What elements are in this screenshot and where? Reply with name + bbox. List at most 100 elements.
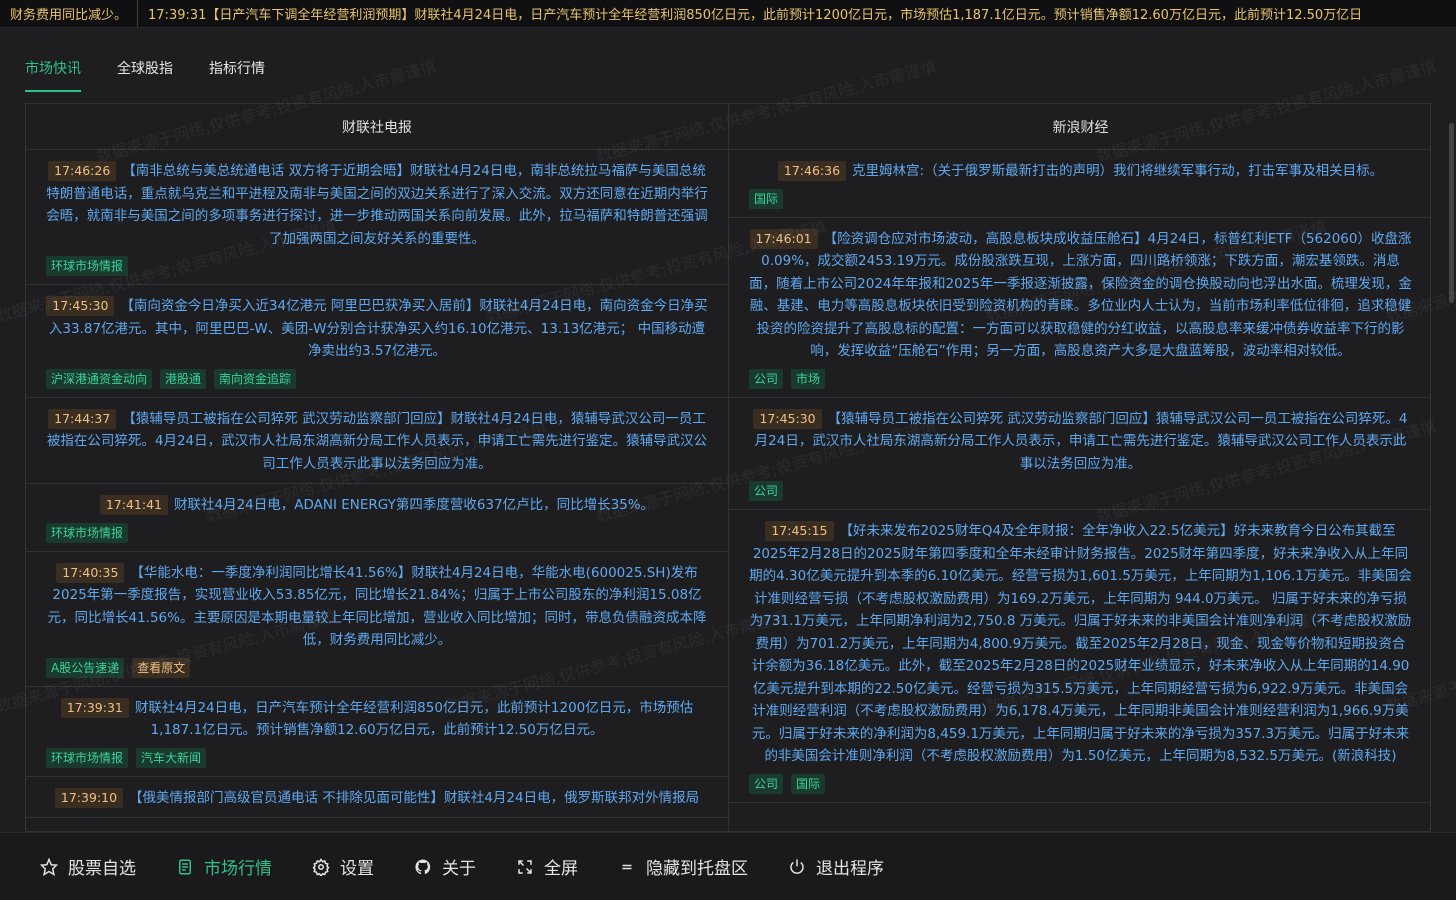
news-time-badge: 17:41:41 (99, 495, 168, 515)
document-icon (174, 856, 196, 878)
news-body: 17:46:01 【险资调仓应对市场波动，高股息板块成收益压舱石】4月24日，标普… (749, 228, 1412, 363)
right-news-list: 17:46:36 克里姆林宫:（关于俄罗斯最新打击的声明）我们将继续军事行动，打击… (729, 150, 1430, 803)
news-time-badge: 17:46:26 (48, 161, 117, 181)
news-body: 17:45:30 【南向资金今日净买入近34亿港元 阿里巴巴获净买入居前】财联社4… (46, 295, 708, 363)
news-body: 17:40:35 【华能水电：一季度净利润同比增长41.56%】财联社4月24日电… (46, 562, 708, 652)
news-text: 财联社4月24日电，日产汽车预计全年经营利润850亿日元，此前预计1200亿日元… (134, 699, 694, 739)
right-column[interactable]: 新浪财经 17:46:36 克里姆林宫:（关于俄罗斯最新打击的声明）我们将继续军事… (729, 104, 1430, 831)
news-text: 【俄美情报部门高级官员通电话 不排除见面可能性】财联社4月24日电，俄罗斯联邦对… (129, 789, 700, 806)
news-tag[interactable]: 环球市场情报 (46, 522, 129, 543)
news-time-badge: 17:39:31 (60, 697, 129, 718)
news-body: 17:45:30 【猿辅导员工被指在公司猝死 武汉劳动监察部门回应】猿辅导武汉公司… (749, 408, 1412, 476)
settings-button[interactable]: 设置 (310, 854, 374, 879)
news-tags: 公司 (749, 481, 1412, 501)
watchlist-button[interactable]: 股票自选 (38, 854, 136, 879)
news-body: 17:39:10 【俄美情报部门高级官员通电话 不排除见面可能性】财联社4月24日… (46, 787, 708, 810)
news-tag[interactable]: 市场 (791, 368, 826, 389)
hide-to-tray-label: 隐藏到托盘区 (646, 859, 748, 879)
news-tag[interactable]: 港股通 (160, 368, 207, 389)
left-column[interactable]: 财联社电报 17:46:26 【南非总统与美总统通电话 双方将于近期会晤】财联社4… (26, 104, 729, 831)
news-tag[interactable]: 公司 (749, 368, 784, 389)
news-table: 财联社电报 17:46:26 【南非总统与美总统通电话 双方将于近期会晤】财联社4… (25, 103, 1431, 832)
news-tag[interactable]: 国际 (791, 773, 826, 794)
news-tag[interactable]: A股公告速递 (46, 657, 125, 678)
hide-to-tray-button[interactable]: 隐藏到托盘区 (616, 854, 748, 879)
exit-label: 退出程序 (816, 859, 884, 879)
news-tags: 沪深港通资金动向 港股通 南向资金追踪 (46, 368, 708, 389)
left-column-title: 财联社电报 (26, 104, 728, 150)
news-item[interactable]: 17:39:10 【俄美情报部门高级官员通电话 不排除见面可能性】财联社4月24日… (26, 777, 728, 818)
tab-global-indices[interactable]: 全球股指 (117, 58, 173, 92)
news-item[interactable]: 17:46:01 【险资调仓应对市场波动，高股息板块成收益压舱石】4月24日，标普… (729, 218, 1430, 398)
news-text: 【南非总统与美总统通电话 双方将于近期会晤】财联社4月24日电，南非总统拉马福萨… (46, 163, 708, 247)
fullscreen-button[interactable]: 全屏 (514, 854, 578, 879)
news-body: 17:46:36 克里姆林宫:（关于俄罗斯最新打击的声明）我们将继续军事行动，打击… (749, 160, 1412, 183)
news-tag[interactable]: 环球市场情报 (46, 747, 129, 768)
news-time-badge: 17:39:10 (54, 787, 124, 808)
gear-icon (310, 856, 332, 878)
news-time-badge: 17:45:30 (46, 296, 115, 316)
news-item[interactable]: 17:40:35 【华能水电：一季度净利润同比增长41.56%】财联社4月24日电… (26, 552, 728, 687)
news-tags: 环球市场情报 汽车大新闻 (46, 747, 708, 768)
market-button[interactable]: 市场行情 (174, 854, 272, 879)
news-time-badge: 17:40:35 (56, 562, 125, 583)
news-text: 【南向资金今日净买入近34亿港元 阿里巴巴获净买入居前】财联社4月24日电，南向… (48, 298, 708, 359)
exit-button[interactable]: 退出程序 (786, 854, 884, 879)
fullscreen-icon (514, 856, 536, 878)
news-tags: 公司 市场 (749, 368, 1412, 389)
ticker-text: 17:39:31【日产汽车下调全年经营利润预期】财联社4月24日电，日产汽车预计… (148, 8, 1363, 23)
news-tags: 公司 国际 (749, 773, 1412, 794)
news-tag[interactable]: 南向资金追踪 (214, 368, 297, 389)
news-item[interactable]: 17:45:30 【猿辅导员工被指在公司猝死 武汉劳动监察部门回应】猿辅导武汉公司… (729, 398, 1430, 510)
news-text: 【猿辅导员工被指在公司猝死 武汉劳动监察部门回应】猿辅导武汉公司一员工被指在公司… (754, 410, 1408, 472)
main-panel: 市场快讯 全球股指 指标行情 财联社电报 17:46:26 【南非总统与美总统通电… (0, 28, 1456, 832)
tab-market-news[interactable]: 市场快讯 (25, 58, 81, 92)
power-icon (786, 856, 808, 878)
fullscreen-label: 全屏 (544, 859, 578, 879)
news-tag[interactable]: 沪深港通资金动向 (46, 368, 153, 389)
news-tag[interactable]: 汽车大新闻 (136, 747, 207, 768)
news-time-badge: 17:46:36 (777, 161, 847, 181)
right-column-title: 新浪财经 (729, 104, 1430, 150)
news-text: 【华能水电：一季度净利润同比增长41.56%】财联社4月24日电，华能水电(60… (47, 564, 707, 649)
news-time-badge: 17:44:37 (48, 408, 117, 429)
news-tag[interactable]: 环球市场情报 (46, 256, 129, 276)
news-text: 【猿辅导员工被指在公司猝死 武汉劳动监察部门回应】财联社4月24日电，猿辅导武汉… (46, 410, 708, 472)
news-tag[interactable]: 公司 (749, 481, 784, 501)
news-body: 17:45:15 【好未来发布2025财年Q4及全年财报：全年净收入22.5亿美元… (749, 520, 1412, 768)
news-item[interactable]: 17:46:26 【南非总统与美总统通电话 双方将于近期会晤】财联社4月24日电，… (26, 150, 728, 285)
news-tag[interactable]: 国际 (749, 188, 784, 209)
about-label: 关于 (442, 859, 476, 879)
market-label: 市场行情 (204, 859, 272, 879)
bottom-toolbar: 股票自选 市场行情 设置 关于 全屏 隐藏到托盘区 退出程序 (0, 832, 1456, 900)
news-item[interactable]: 17:39:31 财联社4月24日电，日产汽车预计全年经营利润850亿日元，此前预… (26, 687, 728, 777)
tab-indicators[interactable]: 指标行情 (209, 58, 265, 92)
news-tags: 环球市场情报 (46, 522, 708, 543)
news-body: 17:44:37 【猿辅导员工被指在公司猝死 武汉劳动监察部门回应】财联社4月24… (46, 408, 708, 476)
news-text: 克里姆林宫:（关于俄罗斯最新打击的声明）我们将继续军事行动，打击军事及相关目标。 (852, 163, 1384, 179)
news-item[interactable]: 17:45:15 【好未来发布2025财年Q4及全年财报：全年净收入22.5亿美元… (729, 510, 1430, 803)
news-text: 【好未来发布2025财年Q4及全年财报：全年净收入22.5亿美元】好未来教育今日… (749, 523, 1412, 764)
news-text: 【险资调仓应对市场波动，高股息板块成收益压舱石】4月24日，标普红利ETF（56… (749, 230, 1412, 360)
watchlist-label: 股票自选 (68, 859, 136, 879)
news-item[interactable]: 17:44:37 【猿辅导员工被指在公司猝死 武汉劳动监察部门回应】财联社4月24… (26, 398, 728, 484)
news-time-badge: 17:45:30 (753, 408, 822, 429)
tab-bar: 市场快讯 全球股指 指标行情 (25, 58, 265, 92)
news-body: 17:46:26 【南非总统与美总统通电话 双方将于近期会晤】财联社4月24日电，… (46, 160, 708, 250)
news-body: 17:41:41 财联社4月24日电，ADANI ENERGY第四季度营收637亿… (46, 494, 708, 517)
news-tags: 环球市场情报 (46, 256, 708, 276)
news-text: 财联社4月24日电，ADANI ENERGY第四季度营收637亿卢比，同比增长3… (174, 497, 655, 513)
news-tags: 国际 (749, 188, 1412, 209)
view-original-link[interactable]: 查看原文 (132, 657, 191, 678)
news-item[interactable]: 17:41:41 财联社4月24日电，ADANI ENERGY第四季度营收637亿… (26, 484, 728, 552)
news-time-badge: 17:45:15 (765, 521, 834, 541)
settings-label: 设置 (340, 859, 374, 879)
news-body: 17:39:31 财联社4月24日电，日产汽车预计全年经营利润850亿日元，此前预… (46, 697, 708, 742)
left-news-list: 17:46:26 【南非总统与美总统通电话 双方将于近期会晤】财联社4月24日电，… (26, 150, 728, 818)
github-icon (412, 856, 434, 878)
news-tag[interactable]: 公司 (749, 773, 784, 794)
scrollbar[interactable] (1449, 123, 1454, 303)
about-button[interactable]: 关于 (412, 854, 476, 879)
news-item[interactable]: 17:46:36 克里姆林宫:（关于俄罗斯最新打击的声明）我们将继续军事行动，打击… (729, 150, 1430, 218)
news-item[interactable]: 17:45:30 【南向资金今日净买入近34亿港元 阿里巴巴获净买入居前】财联社4… (26, 285, 728, 398)
